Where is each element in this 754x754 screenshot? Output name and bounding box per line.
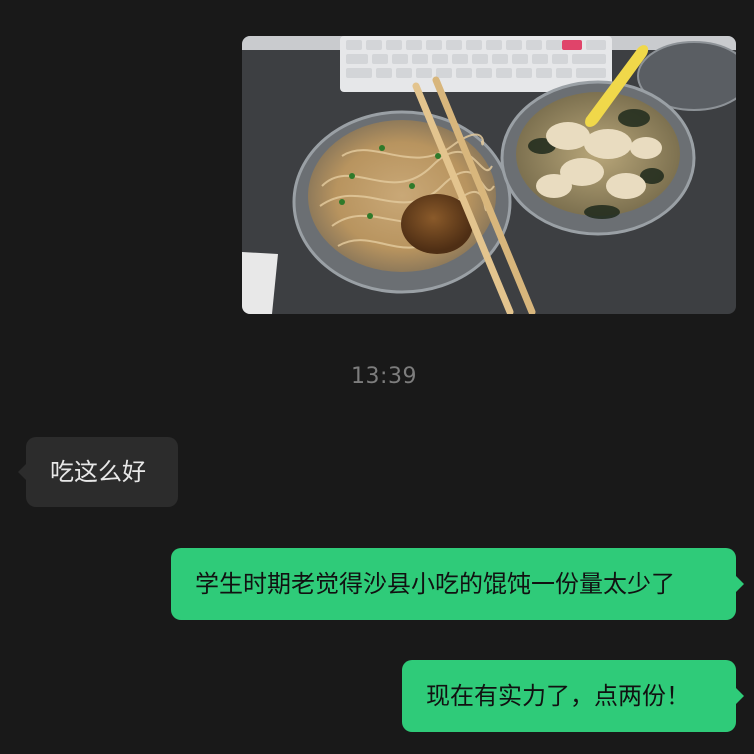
food-photo-icon bbox=[242, 36, 736, 314]
bubble-tail bbox=[736, 688, 744, 704]
message-text: 学生时期老觉得沙县小吃的馄饨一份量太少了 bbox=[195, 570, 675, 598]
outgoing-message-bubble[interactable]: 现在有实力了，点两份！ bbox=[402, 660, 744, 732]
message-text: 现在有实力了，点两份！ bbox=[426, 682, 690, 710]
chat-window: 13:39 吃这么好 学生时期老觉得沙县小吃的馄饨一份量太少了 现在有实力了，点… bbox=[0, 0, 754, 754]
incoming-message-bubble[interactable]: 吃这么好 bbox=[18, 437, 178, 507]
photo-message[interactable] bbox=[242, 36, 736, 314]
bubble-tail bbox=[18, 464, 26, 480]
bubble-tail bbox=[736, 576, 744, 592]
message-text: 吃这么好 bbox=[50, 458, 146, 486]
outgoing-message-bubble[interactable]: 学生时期老觉得沙县小吃的馄饨一份量太少了 bbox=[171, 548, 744, 620]
message-timestamp: 13:39 bbox=[351, 364, 417, 389]
